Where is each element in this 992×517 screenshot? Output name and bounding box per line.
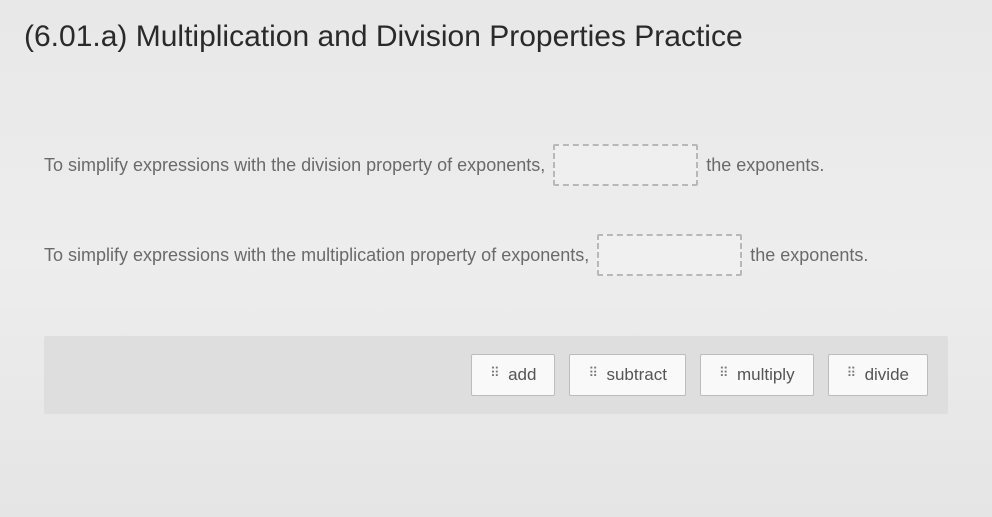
sentence-1-after: the exponents. bbox=[706, 155, 824, 176]
option-label: subtract bbox=[606, 365, 666, 385]
sentence-1-before: To simplify expressions with the divisio… bbox=[44, 155, 545, 176]
option-label: add bbox=[508, 365, 536, 385]
sentence-row-2: To simplify expressions with the multipl… bbox=[44, 234, 948, 276]
option-multiply[interactable]: multiply bbox=[700, 354, 814, 396]
drop-zone-2[interactable] bbox=[597, 234, 742, 276]
grip-icon bbox=[588, 370, 598, 380]
options-bar: add subtract multiply divide bbox=[44, 336, 948, 414]
option-divide[interactable]: divide bbox=[828, 354, 928, 396]
sentence-2-before: To simplify expressions with the multipl… bbox=[44, 245, 589, 266]
grip-icon bbox=[490, 370, 500, 380]
question-content: To simplify expressions with the divisio… bbox=[24, 144, 968, 414]
grip-icon bbox=[719, 370, 729, 380]
option-subtract[interactable]: subtract bbox=[569, 354, 685, 396]
drop-zone-1[interactable] bbox=[553, 144, 698, 186]
option-add[interactable]: add bbox=[471, 354, 555, 396]
page-title: (6.01.a) Multiplication and Division Pro… bbox=[24, 20, 968, 54]
sentence-row-1: To simplify expressions with the divisio… bbox=[44, 144, 948, 186]
sentence-2-after: the exponents. bbox=[750, 245, 868, 266]
option-label: divide bbox=[865, 365, 909, 385]
option-label: multiply bbox=[737, 365, 795, 385]
grip-icon bbox=[847, 370, 857, 380]
